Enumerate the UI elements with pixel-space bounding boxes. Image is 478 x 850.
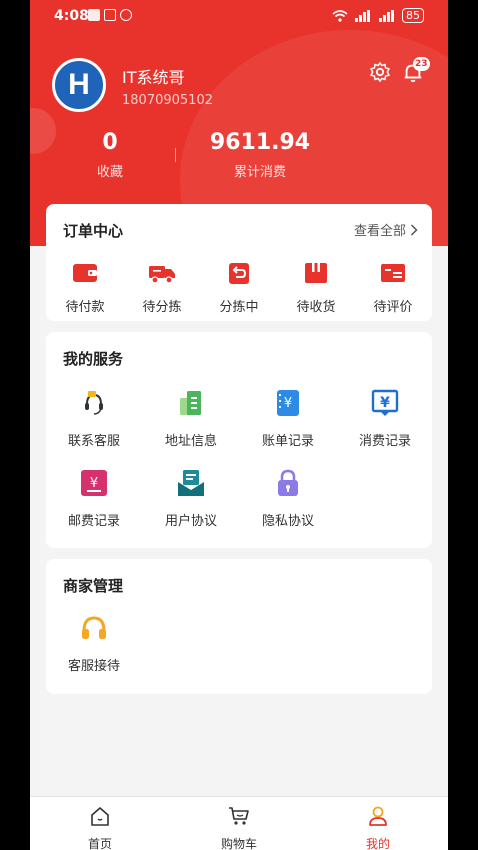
service-label: 邮费记录 bbox=[67, 514, 120, 529]
order-pending-review[interactable]: 待评价 bbox=[361, 260, 425, 315]
status-time: 4:08 bbox=[54, 8, 89, 24]
chevron-right-icon bbox=[410, 223, 418, 236]
favorites-count: 0 bbox=[102, 130, 118, 155]
app-notification-icon bbox=[104, 9, 116, 21]
my-services-card: 我的服务 联系客服 地址信息 ¥ 账单记录 ¥ 消费记录 ¥ 邮费记录 用户协议… bbox=[46, 332, 432, 548]
wifi-icon bbox=[332, 9, 348, 22]
order-center-card: 订单中心 查看全部 待付款 待分拣 分拣中 待收货 待评价 bbox=[46, 204, 432, 321]
spending-stat[interactable]: 9611.94 累计消费 bbox=[190, 130, 330, 180]
app-notification-icon bbox=[88, 9, 100, 21]
notification-badge: 23 bbox=[413, 57, 430, 71]
postage-icon: ¥ bbox=[81, 470, 107, 496]
wallet-icon bbox=[73, 264, 97, 282]
tab-label: 我的 bbox=[365, 837, 390, 850]
cart-icon bbox=[229, 807, 249, 825]
notification-icons bbox=[88, 9, 132, 21]
lock-icon bbox=[278, 469, 298, 496]
merchant-customer-service[interactable]: 客服接待 bbox=[54, 613, 134, 674]
receipt-icon: ¥ bbox=[371, 389, 399, 416]
battery-level: 85 bbox=[402, 8, 424, 23]
order-pending-payment[interactable]: 待付款 bbox=[53, 260, 117, 315]
view-all-orders-link[interactable]: 查看全部 bbox=[354, 220, 418, 239]
bottom-tab-bar: 首页 购物车 我的 bbox=[30, 796, 448, 850]
box-return-icon bbox=[229, 263, 249, 284]
order-label: 待分拣 bbox=[142, 300, 182, 315]
stat-divider bbox=[175, 148, 176, 162]
app-screen: 4:08 85 H IT系统哥 18070905102 23 0 收藏 9611… bbox=[30, 0, 448, 850]
tab-label: 首页 bbox=[87, 837, 112, 850]
bill-icon: ¥ bbox=[277, 390, 299, 416]
address-icon bbox=[180, 391, 201, 415]
favorites-label: 收藏 bbox=[96, 165, 123, 180]
service-label: 地址信息 bbox=[164, 434, 217, 449]
service-user-agreement[interactable]: 用户协议 bbox=[151, 468, 231, 529]
tab-cart[interactable]: 购物车 bbox=[199, 805, 279, 850]
service-label: 客服接待 bbox=[67, 659, 120, 674]
spending-total: 9611.94 bbox=[209, 130, 311, 155]
service-privacy-agreement[interactable]: 隐私协议 bbox=[248, 468, 328, 529]
headphones-icon bbox=[82, 616, 106, 639]
svg-text:¥: ¥ bbox=[90, 476, 98, 491]
my-services-title: 我的服务 bbox=[63, 350, 124, 368]
spending-label: 累计消费 bbox=[233, 165, 286, 180]
order-pending-receipt[interactable]: 待收货 bbox=[284, 260, 348, 315]
view-all-label: 查看全部 bbox=[353, 224, 406, 239]
svg-text:¥: ¥ bbox=[380, 395, 390, 411]
status-bar: 4:08 85 bbox=[30, 0, 448, 34]
favorites-stat[interactable]: 0 收藏 bbox=[80, 130, 140, 180]
tab-label: 购物车 bbox=[220, 837, 257, 850]
order-label: 待收货 bbox=[296, 300, 336, 315]
profile-icon bbox=[369, 806, 387, 826]
merchant-management-card: 商家管理 客服接待 bbox=[46, 559, 432, 694]
home-icon bbox=[91, 807, 109, 826]
order-center-title: 订单中心 bbox=[63, 222, 124, 240]
service-label: 隐私协议 bbox=[261, 514, 314, 529]
service-label: 用户协议 bbox=[164, 514, 217, 529]
avatar-logo: H bbox=[68, 68, 90, 101]
signal-icon bbox=[355, 9, 370, 22]
service-postage-records[interactable]: ¥ 邮费记录 bbox=[54, 468, 134, 529]
user-name: IT系统哥 bbox=[122, 68, 185, 87]
avatar[interactable]: H bbox=[52, 58, 106, 112]
merchant-management-title: 商家管理 bbox=[63, 577, 124, 595]
signal-icon bbox=[379, 9, 394, 22]
order-label: 待付款 bbox=[65, 300, 105, 315]
headset-icon bbox=[85, 391, 103, 415]
service-bill-records[interactable]: ¥ 账单记录 bbox=[248, 388, 328, 449]
agreement-icon bbox=[178, 470, 204, 496]
package-icon bbox=[305, 263, 327, 283]
mute-icon bbox=[120, 9, 132, 21]
order-label: 分拣中 bbox=[219, 300, 259, 315]
service-label: 账单记录 bbox=[261, 434, 314, 449]
svg-text:¥: ¥ bbox=[284, 396, 292, 411]
user-phone: 18070905102 bbox=[122, 93, 213, 108]
tab-profile[interactable]: 我的 bbox=[338, 805, 418, 850]
service-contact-support[interactable]: 联系客服 bbox=[54, 388, 134, 449]
order-label: 待评价 bbox=[373, 300, 413, 315]
service-label: 消费记录 bbox=[358, 434, 411, 449]
settings-gear-icon[interactable] bbox=[369, 61, 391, 83]
order-sorting[interactable]: 分拣中 bbox=[207, 260, 271, 315]
order-pending-sorting[interactable]: 待分拣 bbox=[130, 260, 194, 315]
service-spending-records[interactable]: ¥ 消费记录 bbox=[345, 388, 425, 449]
service-address-info[interactable]: 地址信息 bbox=[151, 388, 231, 449]
service-label: 联系客服 bbox=[67, 434, 120, 449]
tab-home[interactable]: 首页 bbox=[60, 805, 140, 850]
review-icon bbox=[381, 264, 405, 282]
truck-icon bbox=[149, 266, 175, 284]
